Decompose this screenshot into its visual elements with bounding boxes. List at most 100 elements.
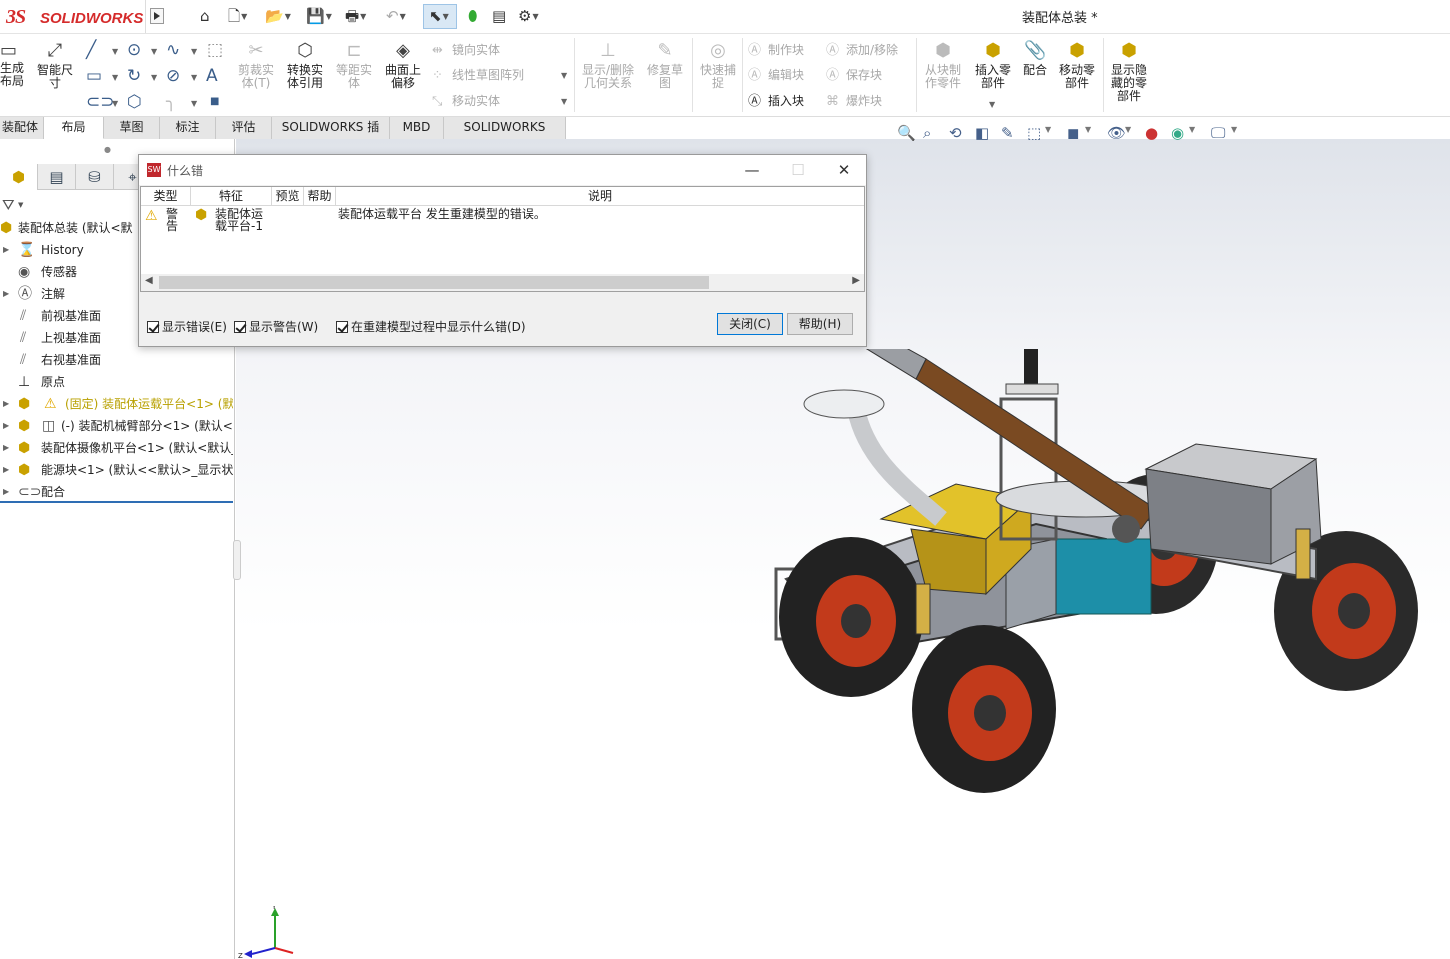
ellipse-icon[interactable]: ⊘ xyxy=(166,66,180,86)
generate-layout-button[interactable]: ▭ 生成 布局 xyxy=(0,40,30,88)
view-orientation-icon[interactable]: ⬚ xyxy=(1027,123,1041,143)
tab-sketch[interactable]: 草图 xyxy=(104,117,160,139)
polygon-icon[interactable]: ⬡ xyxy=(127,92,142,112)
dialog-titlebar[interactable]: SW 什么错 — ☐ ✕ xyxy=(139,155,866,185)
column-feature[interactable]: 特征 xyxy=(191,187,272,206)
make-part-from-block-button[interactable]: ⬢ 从块制 作零件 xyxy=(920,40,966,90)
expand-arrow-icon[interactable]: ▶ xyxy=(3,481,9,503)
rectangle-icon[interactable]: ▭ xyxy=(86,66,102,86)
expand-arrow-icon[interactable]: ▶ xyxy=(3,415,9,437)
section-view-icon[interactable]: ◧ xyxy=(975,123,989,143)
insert-block-button[interactable]: Ⓐ 插入块 xyxy=(748,93,804,110)
arc-dropdown-icon[interactable]: ▼ xyxy=(151,73,157,82)
quick-snaps-button[interactable]: ◎ 快速捕 捉 xyxy=(695,40,741,90)
solidworks-logo[interactable]: 3S SOLIDWORKS xyxy=(0,0,146,33)
move-entities-dropdown-icon[interactable]: ▼ xyxy=(561,97,567,106)
tab-addins[interactable]: SOLIDWORKS 插件 xyxy=(272,117,390,155)
tab-markup[interactable]: 标注 xyxy=(160,117,216,139)
circle-dropdown-icon[interactable]: ▼ xyxy=(151,47,157,56)
offset-on-surface-button[interactable]: ◈ 曲面上 偏移 xyxy=(380,40,426,90)
linear-pattern-button[interactable]: ⁘ 线性草图阵列 xyxy=(432,67,524,84)
smart-dimension-button[interactable]: ⤢ 智能尺 寸 xyxy=(32,40,78,90)
menu-expand-arrow[interactable] xyxy=(150,8,164,24)
offset-entities-button[interactable]: ⊏ 等距实 体 xyxy=(332,40,376,90)
fillet-dropdown-icon[interactable]: ▼ xyxy=(191,99,197,108)
apply-scene-icon[interactable]: ◉ xyxy=(1171,123,1184,143)
filter-dropdown-icon[interactable]: ▼ xyxy=(18,201,23,209)
tree-item-right-plane[interactable]: ⫽ 右视基准面 xyxy=(0,349,233,371)
rollback-bar[interactable] xyxy=(0,501,233,503)
edit-appearance-icon[interactable]: ● xyxy=(1145,123,1158,143)
hide-show-dropdown-icon[interactable]: ▼ xyxy=(1125,125,1131,134)
rectangle-dropdown-icon[interactable]: ▼ xyxy=(112,73,118,82)
scroll-thumb[interactable] xyxy=(159,276,709,289)
slot-icon[interactable]: ⊂⊃ xyxy=(86,92,115,112)
filter-icon[interactable]: ⛛ xyxy=(2,196,15,214)
convert-entities-button[interactable]: ⬡ 转换实 体引用 xyxy=(282,40,328,90)
text-icon[interactable]: A xyxy=(206,66,218,86)
scroll-left-icon[interactable]: ◀ xyxy=(145,275,153,286)
show-hidden-components-button[interactable]: ⬢ 显示隐 藏的零 部件 xyxy=(1106,40,1152,103)
spline-icon[interactable]: ∿ xyxy=(166,40,180,60)
mate-button[interactable]: 📎 配合 xyxy=(1018,40,1052,77)
view-settings-icon[interactable]: 🖵 xyxy=(1211,123,1225,143)
save-icon[interactable]: 💾▼ xyxy=(306,6,332,26)
edit-block-button[interactable]: Ⓐ 编辑块 xyxy=(748,67,804,84)
home-icon[interactable]: ⌂ xyxy=(200,6,210,26)
feature-manager-tab[interactable]: ⬢ xyxy=(0,164,38,190)
tree-item-mates[interactable]: ▶ ⊂⊃ 配合 xyxy=(0,481,233,503)
circle-icon[interactable]: ⊙ xyxy=(127,40,141,60)
line-dropdown-icon[interactable]: ▼ xyxy=(112,47,118,56)
expand-arrow-icon[interactable]: ▶ xyxy=(3,393,9,415)
display-style-icon[interactable]: ◼ xyxy=(1067,123,1079,143)
panel-collapse-handle[interactable]: ● xyxy=(104,145,118,154)
column-description[interactable]: 说明 xyxy=(336,187,864,206)
open-icon[interactable]: 📂▼ xyxy=(265,6,291,26)
tab-assembly[interactable]: 装配体 xyxy=(0,117,44,139)
tab-evaluate[interactable]: 评估 xyxy=(216,117,272,139)
insert-component-dropdown-icon[interactable]: ▼ xyxy=(989,100,995,109)
error-row[interactable]: ⚠ 警 告 ⬢ 装配体运 载平台-1 装配体运载平台 发生重建模型的错误。 xyxy=(141,207,864,237)
display-delete-relations-button[interactable]: ⊥ 显示/删除 几何关系 xyxy=(578,40,638,90)
new-file-icon[interactable]: 🗋▼ xyxy=(228,6,247,26)
panel-splitter[interactable] xyxy=(233,540,241,580)
insert-component-button[interactable]: ⬢ 插入零 部件 xyxy=(970,40,1016,90)
tree-item-energy-block[interactable]: ▶ ⬢ 能源块<1> (默认<<默认>_显示状 xyxy=(0,459,233,481)
make-block-button[interactable]: Ⓐ 制作块 xyxy=(748,42,804,59)
show-warnings-checkbox[interactable]: 显示警告(W) xyxy=(234,319,318,335)
expand-arrow-icon[interactable]: ▶ xyxy=(3,283,9,305)
ellipse-dropdown-icon[interactable]: ▼ xyxy=(191,73,197,82)
save-block-button[interactable]: Ⓐ 保存块 xyxy=(826,67,882,84)
box-select-icon[interactable]: ⬚ xyxy=(207,40,223,60)
expand-arrow-icon[interactable]: ▶ xyxy=(3,459,9,481)
explode-block-button[interactable]: ⌘ 爆炸块 xyxy=(826,93,882,110)
options-gear-icon[interactable]: ⚙▼ xyxy=(518,6,539,26)
slot-dropdown-icon[interactable]: ▼ xyxy=(112,99,118,108)
trim-entities-button[interactable]: ✂ 剪裁实 体(T) xyxy=(234,40,278,90)
show-errors-checkbox[interactable]: 显示错误(E) xyxy=(147,319,227,335)
expand-arrow-icon[interactable]: ▶ xyxy=(3,437,9,459)
display-style-dropdown-icon[interactable]: ▼ xyxy=(1085,125,1091,134)
apply-scene-dropdown-icon[interactable]: ▼ xyxy=(1189,125,1195,134)
configuration-manager-tab[interactable]: ⛁ xyxy=(76,164,114,190)
minimize-button[interactable]: — xyxy=(735,159,769,181)
file-properties-icon[interactable]: ▤ xyxy=(492,6,506,26)
property-manager-tab[interactable]: ▤ xyxy=(38,164,76,190)
scroll-right-icon[interactable]: ▶ xyxy=(852,275,860,286)
tab-mbd[interactable]: MBD xyxy=(390,117,444,139)
linear-pattern-dropdown-icon[interactable]: ▼ xyxy=(561,71,567,80)
error-list[interactable]: 类型 特征 预览 帮助 说明 ⚠ 警 告 ⬢ 装配体运 载平台-1 装配体运载平… xyxy=(140,186,865,292)
print-icon[interactable]: 🖶▼ xyxy=(345,6,366,26)
view-orientation-dropdown-icon[interactable]: ▼ xyxy=(1045,125,1051,134)
zoom-to-area-icon[interactable]: ⌕ xyxy=(923,123,931,143)
help-button[interactable]: 帮助(H) xyxy=(787,313,853,335)
mirror-entities-button[interactable]: ⇹ 镜向实体 xyxy=(432,42,500,59)
move-component-button[interactable]: ⬢ 移动零 部件 xyxy=(1054,40,1100,90)
hide-show-items-icon[interactable]: 👁 xyxy=(1107,123,1126,143)
repair-sketch-button[interactable]: ✎ 修复草 图 xyxy=(642,40,688,90)
arc-icon[interactable]: ↻ xyxy=(127,66,141,86)
tab-layout[interactable]: 布局 xyxy=(44,117,104,139)
show-during-rebuild-checkbox[interactable]: 在重建模型过程中显示什么错(D) xyxy=(336,319,526,335)
add-remove-button[interactable]: Ⓐ 添加/移除 xyxy=(826,42,898,59)
close-button[interactable]: 关闭(C) xyxy=(717,313,783,335)
